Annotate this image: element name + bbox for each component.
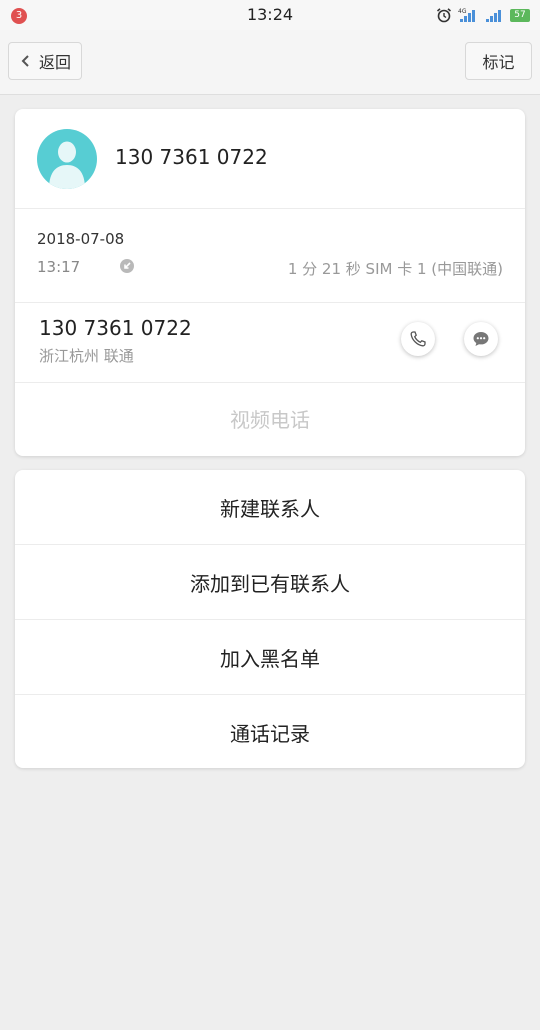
- chevron-left-icon: [21, 55, 29, 67]
- actions-card: 新建联系人 添加到已有联系人 加入黑名单 通话记录: [15, 470, 525, 768]
- video-call-button[interactable]: 视频电话: [15, 404, 525, 433]
- contact-number-title: 130 7361 0722: [115, 145, 268, 169]
- number-location: 浙江杭州 联通: [39, 347, 134, 365]
- mark-label: 标记: [482, 53, 515, 72]
- call-duration: 1 分 21 秒 SIM 卡 1 (中国联通): [287, 260, 503, 278]
- divider: [15, 208, 525, 209]
- status-bar: 3 13:24 4G 57: [0, 0, 540, 30]
- divider: [15, 302, 525, 303]
- signal-icon: [486, 10, 501, 22]
- phone-icon: [410, 331, 426, 347]
- status-icons: 4G 57: [436, 6, 530, 24]
- divider: [15, 382, 525, 383]
- add-to-existing-contact-item[interactable]: 添加到已有联系人: [15, 545, 525, 619]
- svg-text:4G: 4G: [458, 8, 467, 15]
- alarm-icon: [436, 8, 452, 23]
- message-button[interactable]: [464, 322, 498, 356]
- call-date: 2018-07-08: [37, 230, 125, 248]
- battery-icon: 57: [510, 8, 530, 22]
- message-icon: [473, 332, 489, 346]
- add-to-blacklist-item[interactable]: 加入黑名单: [15, 620, 525, 694]
- phone-number: 130 7361 0722: [39, 316, 192, 340]
- avatar: [37, 129, 97, 189]
- call-button[interactable]: [401, 322, 435, 356]
- signal-4g-icon: 4G: [458, 8, 475, 22]
- back-label: 返回: [38, 53, 71, 72]
- back-button[interactable]: 返回: [8, 42, 82, 80]
- new-contact-item[interactable]: 新建联系人: [15, 470, 525, 544]
- header-bar: 返回 标记: [0, 30, 540, 95]
- call-time: 13:17: [37, 258, 81, 276]
- call-detail-card: 130 7361 0722 2018-07-08 13:17 1 分 21 秒 …: [15, 109, 525, 456]
- incoming-call-icon: [120, 259, 134, 273]
- call-history-item[interactable]: 通话记录: [15, 695, 525, 768]
- person-icon: [49, 141, 85, 189]
- mark-button[interactable]: 标记: [465, 42, 532, 80]
